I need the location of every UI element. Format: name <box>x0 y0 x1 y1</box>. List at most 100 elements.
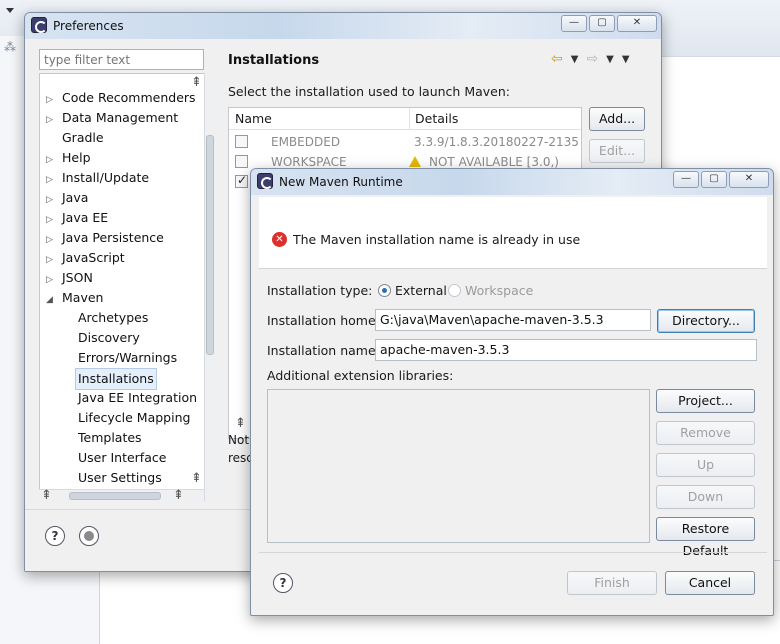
tree-item-label: Java Persistence <box>62 230 164 245</box>
row-name: EMBEDDED <box>271 135 341 149</box>
forward-arrow-icon[interactable]: ⇨ <box>586 51 598 69</box>
external-radio-label[interactable]: External <box>395 283 447 298</box>
edit-button[interactable]: Edit... <box>589 139 645 163</box>
tree-item[interactable]: Gradle <box>46 128 104 148</box>
finish-button[interactable]: Finish <box>567 571 657 595</box>
error-icon: ✕ <box>272 232 287 247</box>
row-details: NOT AVAILABLE [3.0,) <box>409 155 559 169</box>
tree-vertical-thumb[interactable] <box>206 135 214 355</box>
extension-libraries-list[interactable] <box>267 389 650 543</box>
table-header: Name Details <box>229 108 581 130</box>
window-title: Preferences <box>53 19 124 33</box>
row-checkbox[interactable] <box>235 173 248 188</box>
preferences-titlebar: Preferences — ▢ ✕ <box>25 13 661 39</box>
preferences-tree: ▷ Code Recommenders ▷ Data Management Gradle… <box>39 73 215 501</box>
extension-libraries-label: Additional extension libraries: <box>267 368 454 383</box>
close-button[interactable]: ✕ <box>617 15 657 32</box>
row-checkbox[interactable] <box>235 155 248 168</box>
help-icon[interactable]: ? <box>273 573 293 593</box>
down-button[interactable]: Down <box>656 485 755 509</box>
expand-arrow-icon[interactable]: ▷ <box>46 190 58 210</box>
maximize-button[interactable]: ▢ <box>701 171 727 188</box>
tree-item[interactable]: ▷ Java <box>46 188 88 210</box>
expand-arrow-icon[interactable]: ▷ <box>46 270 58 290</box>
remove-button[interactable]: Remove <box>656 421 755 445</box>
tree-vertical-scrollbar[interactable] <box>204 73 215 501</box>
page-description: Select the installation used to launch M… <box>228 84 510 99</box>
tree-item-label: Gradle <box>62 130 104 145</box>
dialog-titlebar: New Maven Runtime — ▢ ✕ <box>251 169 773 195</box>
up-button[interactable]: Up <box>656 453 755 477</box>
expand-arrow-icon[interactable]: ▷ <box>46 230 58 250</box>
minimize-button[interactable]: — <box>673 171 699 188</box>
help-icon[interactable]: ? <box>45 526 65 546</box>
expand-arrow-icon[interactable]: ▷ <box>46 170 58 190</box>
expand-arrow-icon[interactable]: ▷ <box>46 250 58 270</box>
directory-button[interactable]: Directory... <box>657 309 755 333</box>
tree-item[interactable]: ◢ Maven <box>46 288 103 310</box>
project-button[interactable]: Project... <box>656 389 755 413</box>
filter-input[interactable] <box>39 49 204 70</box>
eclipse-app-icon <box>257 173 273 189</box>
column-header-details[interactable]: Details <box>415 111 458 126</box>
back-arrow-icon[interactable]: ⇦ <box>551 51 563 69</box>
tree-item[interactable]: ▷ Install/Update <box>46 168 149 190</box>
cancel-button[interactable]: Cancel <box>665 571 755 595</box>
workspace-radio-label[interactable]: Workspace <box>465 283 533 298</box>
tree-horizontal-thumb[interactable] <box>69 492 161 500</box>
column-header-name[interactable]: Name <box>235 111 272 126</box>
external-radio[interactable] <box>378 284 391 297</box>
tree-item[interactable]: ▷ Java EE <box>46 208 108 230</box>
tree-item-label: Maven <box>62 290 104 305</box>
pin-icon: ⇞ <box>191 75 202 90</box>
table-row[interactable]: EMBEDDED 3.3.9/1.8.3.20180227-2135 <box>229 132 581 152</box>
tree-item[interactable]: ▷ JSON <box>46 268 93 290</box>
expand-arrow-icon[interactable]: ▷ <box>46 110 58 130</box>
add-button[interactable]: Add... <box>589 107 645 131</box>
row-details: 3.3.9/1.8.3.20180227-2135 <box>414 135 579 149</box>
installation-home-field[interactable]: G:\java\Maven\apache-maven-3.5.3 <box>375 309 651 331</box>
collapse-arrow-icon[interactable]: ◢ <box>46 290 58 310</box>
tree-item-label: Errors/Warnings <box>78 350 178 365</box>
tree-item-label: Archetypes <box>78 310 149 325</box>
tree-item[interactable]: ▷ Java Persistence <box>46 228 164 250</box>
installation-name-label: Installation name: <box>267 343 380 358</box>
tree-item-label: Code Recommenders <box>62 90 196 105</box>
expand-arrow-icon[interactable]: ▷ <box>46 90 58 110</box>
message-area: ✕ The Maven installation name is already… <box>259 197 767 269</box>
tree-item-label: JavaScript <box>62 250 125 265</box>
expand-arrow-icon[interactable]: ▷ <box>46 210 58 230</box>
pin-icon: ⇞ <box>41 488 52 503</box>
tree-item-label: Java EE <box>62 210 109 225</box>
close-button[interactable]: ✕ <box>729 171 769 188</box>
installation-name-field[interactable]: apache-maven-3.5.3 <box>375 339 757 361</box>
pin-icon: ⇞ <box>191 471 202 486</box>
workbench-menu-arrow-icon[interactable] <box>6 8 14 13</box>
tree-item-label: Java <box>62 190 89 205</box>
pin-icon: ⇞ <box>235 416 246 431</box>
forward-dropdown-icon[interactable]: ▼ <box>606 51 614 69</box>
workspace-radio[interactable] <box>448 284 461 297</box>
expand-arrow-icon[interactable]: ▷ <box>46 150 58 170</box>
installation-home-label: Installation home: <box>267 313 380 328</box>
tree-item-label: Java EE Integration <box>78 390 198 405</box>
tree-item-label: User Settings <box>78 470 162 485</box>
tree-item-label: User Interface <box>78 450 167 465</box>
restore-default-button[interactable]: Restore Default <box>656 517 755 558</box>
tree-item[interactable]: ▷ JavaScript <box>46 248 125 270</box>
page-title: Installations <box>228 53 320 68</box>
tree-item[interactable]: ▷ Data Management <box>46 108 178 130</box>
error-message: The Maven installation name is already i… <box>293 232 581 247</box>
back-dropdown-icon[interactable]: ▼ <box>571 51 579 69</box>
row-details-text: 3.3.9/1.8.3.20180227-2135 <box>414 135 579 149</box>
tree-item[interactable]: ▷ Code Recommenders <box>46 88 196 110</box>
maximize-button[interactable]: ▢ <box>589 15 615 32</box>
row-checkbox[interactable] <box>235 135 248 148</box>
tree-item-label: Discovery <box>78 330 140 345</box>
minimize-button[interactable]: — <box>561 15 587 32</box>
tree-item-label: JSON <box>62 270 93 285</box>
record-icon[interactable] <box>79 526 99 546</box>
view-menu-icon[interactable]: ▼ <box>622 51 630 69</box>
tree-item-label: Help <box>62 150 91 165</box>
tree-item[interactable]: ▷ Help <box>46 148 91 170</box>
